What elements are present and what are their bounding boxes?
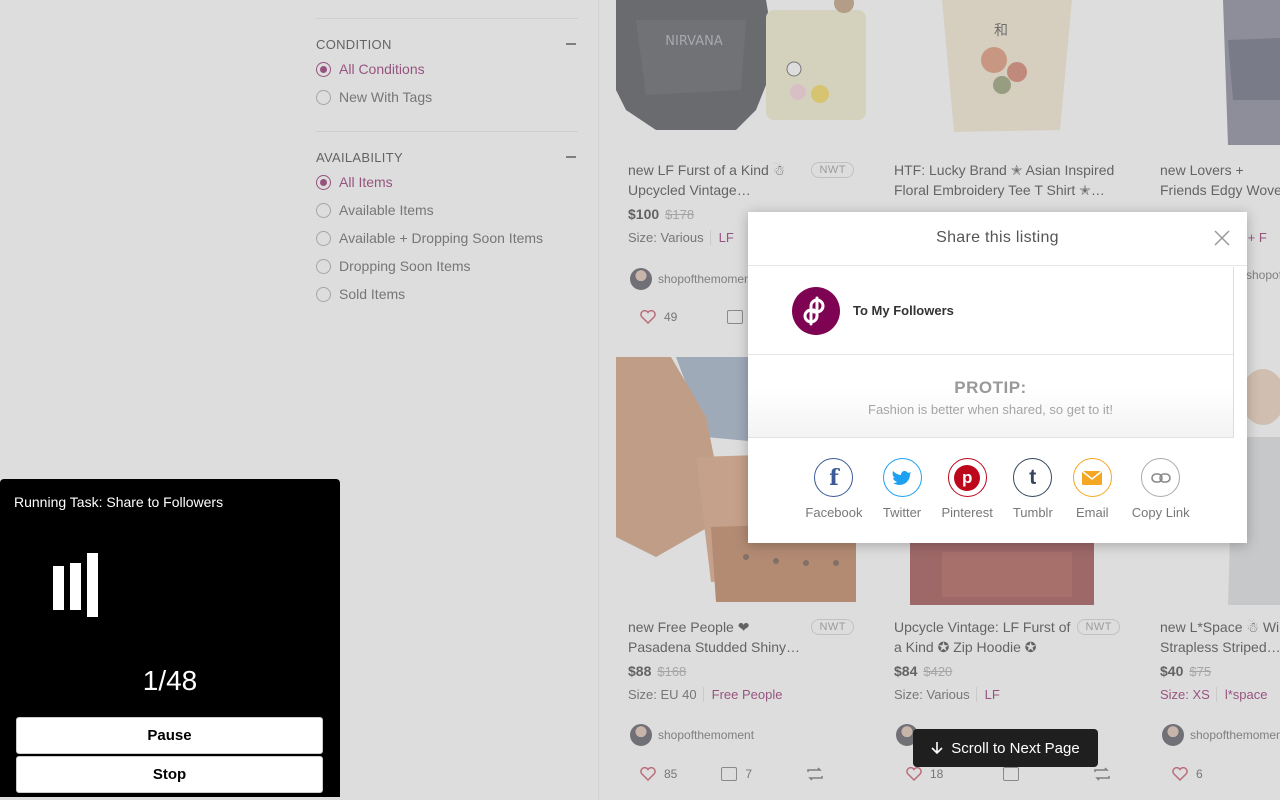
- modal-title: Share this listing: [748, 212, 1247, 266]
- share-label: Copy Link: [1131, 505, 1190, 520]
- arrow-down-icon: [931, 742, 943, 755]
- share-label: Twitter: [882, 505, 922, 520]
- scroll-next-page-button[interactable]: Scroll to Next Page: [913, 729, 1098, 767]
- share-label: Email: [1076, 505, 1109, 520]
- tumblr-icon: t: [1013, 458, 1053, 497]
- task-title: Running Task: Share to Followers: [14, 494, 224, 510]
- pinterest-icon: p: [947, 458, 987, 497]
- pause-button[interactable]: Pause: [16, 717, 323, 754]
- modal-scrollbar[interactable]: [1233, 267, 1234, 438]
- share-email-button[interactable]: Email: [1072, 458, 1112, 520]
- protip-text: Fashion is better when shared, so get to…: [868, 402, 1113, 417]
- share-options: f Facebook Twitter p Pinterest t Tumblr: [748, 458, 1247, 520]
- protip-title: PROTIP:: [954, 378, 1027, 397]
- share-to-followers-button[interactable]: To My Followers: [748, 267, 1233, 355]
- share-modal: Share this listing To My Followers PROTI…: [748, 212, 1247, 543]
- share-label: Tumblr: [1012, 505, 1053, 520]
- share-tumblr-button[interactable]: t Tumblr: [1013, 458, 1053, 520]
- facebook-icon: f: [814, 458, 854, 497]
- email-icon: [1072, 458, 1112, 497]
- share-label: Facebook: [805, 505, 863, 520]
- followers-label: To My Followers: [853, 303, 954, 318]
- share-twitter-button[interactable]: Twitter: [882, 458, 922, 520]
- task-progress: 1/48: [142, 665, 198, 696]
- stop-button[interactable]: Stop: [16, 756, 323, 793]
- share-label: Pinterest: [941, 505, 993, 520]
- task-panel: Running Task: Share to Followers 1/48 Pa…: [0, 479, 340, 797]
- task-logo-icon: [53, 553, 98, 617]
- share-facebook-button[interactable]: f Facebook: [805, 458, 863, 520]
- protip-box: PROTIP: Fashion is better when shared, s…: [748, 356, 1233, 438]
- share-pinterest-button[interactable]: p Pinterest: [942, 458, 993, 520]
- poshmark-logo-icon: [792, 286, 840, 335]
- copy-link-button[interactable]: Copy Link: [1132, 458, 1190, 520]
- twitter-icon: [882, 458, 922, 497]
- link-icon: [1141, 458, 1181, 497]
- close-icon[interactable]: [1213, 229, 1231, 247]
- scroll-label: Scroll to Next Page: [951, 739, 1080, 757]
